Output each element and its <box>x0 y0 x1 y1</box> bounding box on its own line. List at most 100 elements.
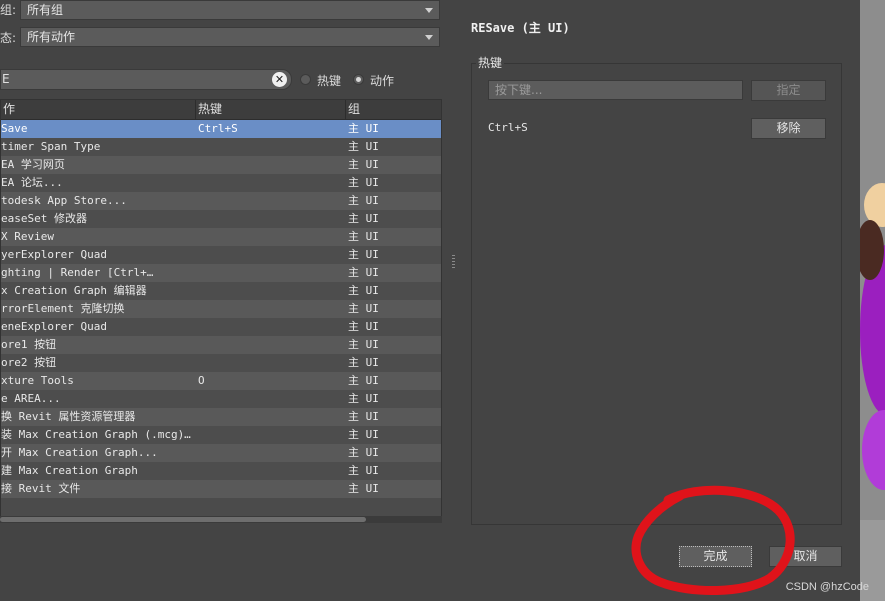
table-row[interactable]: 装 Max Creation Graph (.mcg)… 主 UI <box>1 426 441 444</box>
table-header: 作 热键 组 <box>1 100 441 120</box>
row-action-cell: 装 Max Creation Graph (.mcg)… <box>1 428 191 441</box>
current-hotkey: Ctrl+S <box>488 121 528 134</box>
row-action-cell: easeSet 修改器 <box>1 212 87 225</box>
row-action-cell: 建 Max Creation Graph <box>1 464 138 477</box>
row-action-cell: e AREA... <box>1 392 61 405</box>
table-row[interactable]: EA 论坛... 主 UI <box>1 174 441 192</box>
radio-hotkey[interactable] <box>300 74 311 85</box>
row-action-cell: ore1 按钮 <box>1 338 57 351</box>
column-header-hotkey[interactable]: 热键 <box>195 100 345 119</box>
row-group-cell: 主 UI <box>348 266 379 279</box>
table-row[interactable]: Save Ctrl+S 主 UI <box>1 120 441 138</box>
table-row[interactable]: e AREA... 主 UI <box>1 390 441 408</box>
row-hotkey-cell: Ctrl+S <box>198 122 238 135</box>
chevron-down-icon <box>425 8 433 13</box>
row-group-cell: 主 UI <box>348 338 379 351</box>
table-row[interactable]: 建 Max Creation Graph 主 UI <box>1 462 441 480</box>
watermark: CSDN @hzCode <box>785 581 869 593</box>
table-row[interactable]: ore2 按钮 主 UI <box>1 354 441 372</box>
category-dropdown[interactable]: 所有动作 <box>20 27 440 47</box>
horizontal-scrollbar[interactable] <box>0 516 442 523</box>
scrollbar-thumb[interactable] <box>0 517 366 522</box>
assign-button[interactable]: 指定 <box>751 80 826 101</box>
category-dropdown-value: 所有动作 <box>27 30 76 44</box>
search-input-text: E <box>2 72 10 86</box>
row-group-cell: 主 UI <box>348 356 379 369</box>
row-action-cell: timer Span Type <box>1 140 101 153</box>
row-action-cell: ore2 按钮 <box>1 356 57 369</box>
table-row[interactable]: 接 Revit 文件 主 UI <box>1 480 441 498</box>
row-hotkey-cell: O <box>198 374 205 387</box>
annotation-circle <box>631 485 795 596</box>
row-group-cell: 主 UI <box>348 410 379 423</box>
table-row[interactable]: timer Span Type 主 UI <box>1 138 441 156</box>
table-row[interactable]: yerExplorer Quad 主 UI <box>1 246 441 264</box>
group-dropdown[interactable]: 所有组 <box>20 0 440 20</box>
key-capture-field[interactable]: 按下键... <box>488 80 743 100</box>
table-row[interactable]: ghting | Render [Ctrl+… 主 UI <box>1 264 441 282</box>
row-action-cell: x Creation Graph 编辑器 <box>1 284 147 297</box>
table-row[interactable]: todesk App Store... 主 UI <box>1 192 441 210</box>
row-group-cell: 主 UI <box>348 392 379 405</box>
radio-action[interactable] <box>353 74 364 85</box>
row-action-cell: todesk App Store... <box>1 194 127 207</box>
splitter-grip-icon[interactable] <box>452 255 455 269</box>
table-row[interactable]: xture Tools O 主 UI <box>1 372 441 390</box>
row-group-cell: 主 UI <box>348 158 379 171</box>
detail-title: RESave (主 UI) <box>471 21 570 35</box>
row-group-cell: 主 UI <box>348 140 379 153</box>
table-row[interactable]: easeSet 修改器 主 UI <box>1 210 441 228</box>
row-group-cell: 主 UI <box>348 320 379 333</box>
table-row[interactable]: eneExplorer Quad 主 UI <box>1 318 441 336</box>
row-group-cell: 主 UI <box>348 482 379 495</box>
row-group-cell: 主 UI <box>348 374 379 387</box>
row-group-cell: 主 UI <box>348 248 379 261</box>
row-action-cell: eneExplorer Quad <box>1 320 107 333</box>
radio-action-label: 动作 <box>370 74 395 88</box>
row-group-cell: 主 UI <box>348 284 379 297</box>
row-group-cell: 主 UI <box>348 428 379 441</box>
table-row[interactable]: rrorElement 克隆切换 主 UI <box>1 300 441 318</box>
group-dropdown-value: 所有组 <box>27 3 64 17</box>
table-row[interactable]: ore1 按钮 主 UI <box>1 336 441 354</box>
row-action-cell: EA 论坛... <box>1 176 63 189</box>
row-action-cell: EA 学习网页 <box>1 158 65 171</box>
table-row[interactable]: EA 学习网页 主 UI <box>1 156 441 174</box>
row-group-cell: 主 UI <box>348 194 379 207</box>
radio-hotkey-label: 热键 <box>317 74 342 88</box>
row-group-cell: 主 UI <box>348 230 379 243</box>
hotkey-group-title: 热键 <box>476 54 505 71</box>
row-action-cell: ghting | Render [Ctrl+… <box>1 266 154 279</box>
row-group-cell: 主 UI <box>348 446 379 459</box>
key-capture-placeholder: 按下键... <box>495 83 543 97</box>
row-group-cell: 主 UI <box>348 176 379 189</box>
clear-x-icon[interactable]: ✕ <box>272 72 287 87</box>
table-row[interactable]: 换 Revit 属性资源管理器 主 UI <box>1 408 441 426</box>
table-row[interactable]: 开 Max Creation Graph... 主 UI <box>1 444 441 462</box>
row-action-cell: yerExplorer Quad <box>1 248 107 261</box>
remove-button[interactable]: 移除 <box>751 118 826 139</box>
table-row[interactable]: X Review 主 UI <box>1 228 441 246</box>
column-header-action[interactable]: 作 <box>1 100 195 119</box>
row-group-cell: 主 UI <box>348 302 379 315</box>
row-group-cell: 主 UI <box>348 212 379 225</box>
group-label: 组: <box>0 3 17 17</box>
search-input[interactable]: E ✕ <box>0 69 292 90</box>
column-header-group[interactable]: 组 <box>345 100 441 119</box>
category-label: 态: <box>0 31 17 45</box>
chevron-down-icon <box>425 35 433 40</box>
row-action-cell: 开 Max Creation Graph... <box>1 446 158 459</box>
row-action-cell: xture Tools <box>1 374 74 387</box>
row-action-cell: 接 Revit 文件 <box>1 482 81 495</box>
row-action-cell: 换 Revit 属性资源管理器 <box>1 410 136 423</box>
row-group-cell: 主 UI <box>348 464 379 477</box>
row-action-cell: Save <box>1 122 28 135</box>
table-body: Save Ctrl+S 主 UI timer Span Type 主 UI EA 学习网页… <box>1 120 441 498</box>
action-table: 作 热键 组 Save Ctrl+S 主 UI timer Span Type 主 UI… <box>0 99 442 518</box>
row-action-cell: X Review <box>1 230 54 243</box>
row-action-cell: rrorElement 克隆切换 <box>1 302 125 315</box>
table-row[interactable]: x Creation Graph 编辑器 主 UI <box>1 282 441 300</box>
viewport-image <box>860 0 885 601</box>
viewport-strip <box>860 0 885 601</box>
row-group-cell: 主 UI <box>348 122 379 135</box>
